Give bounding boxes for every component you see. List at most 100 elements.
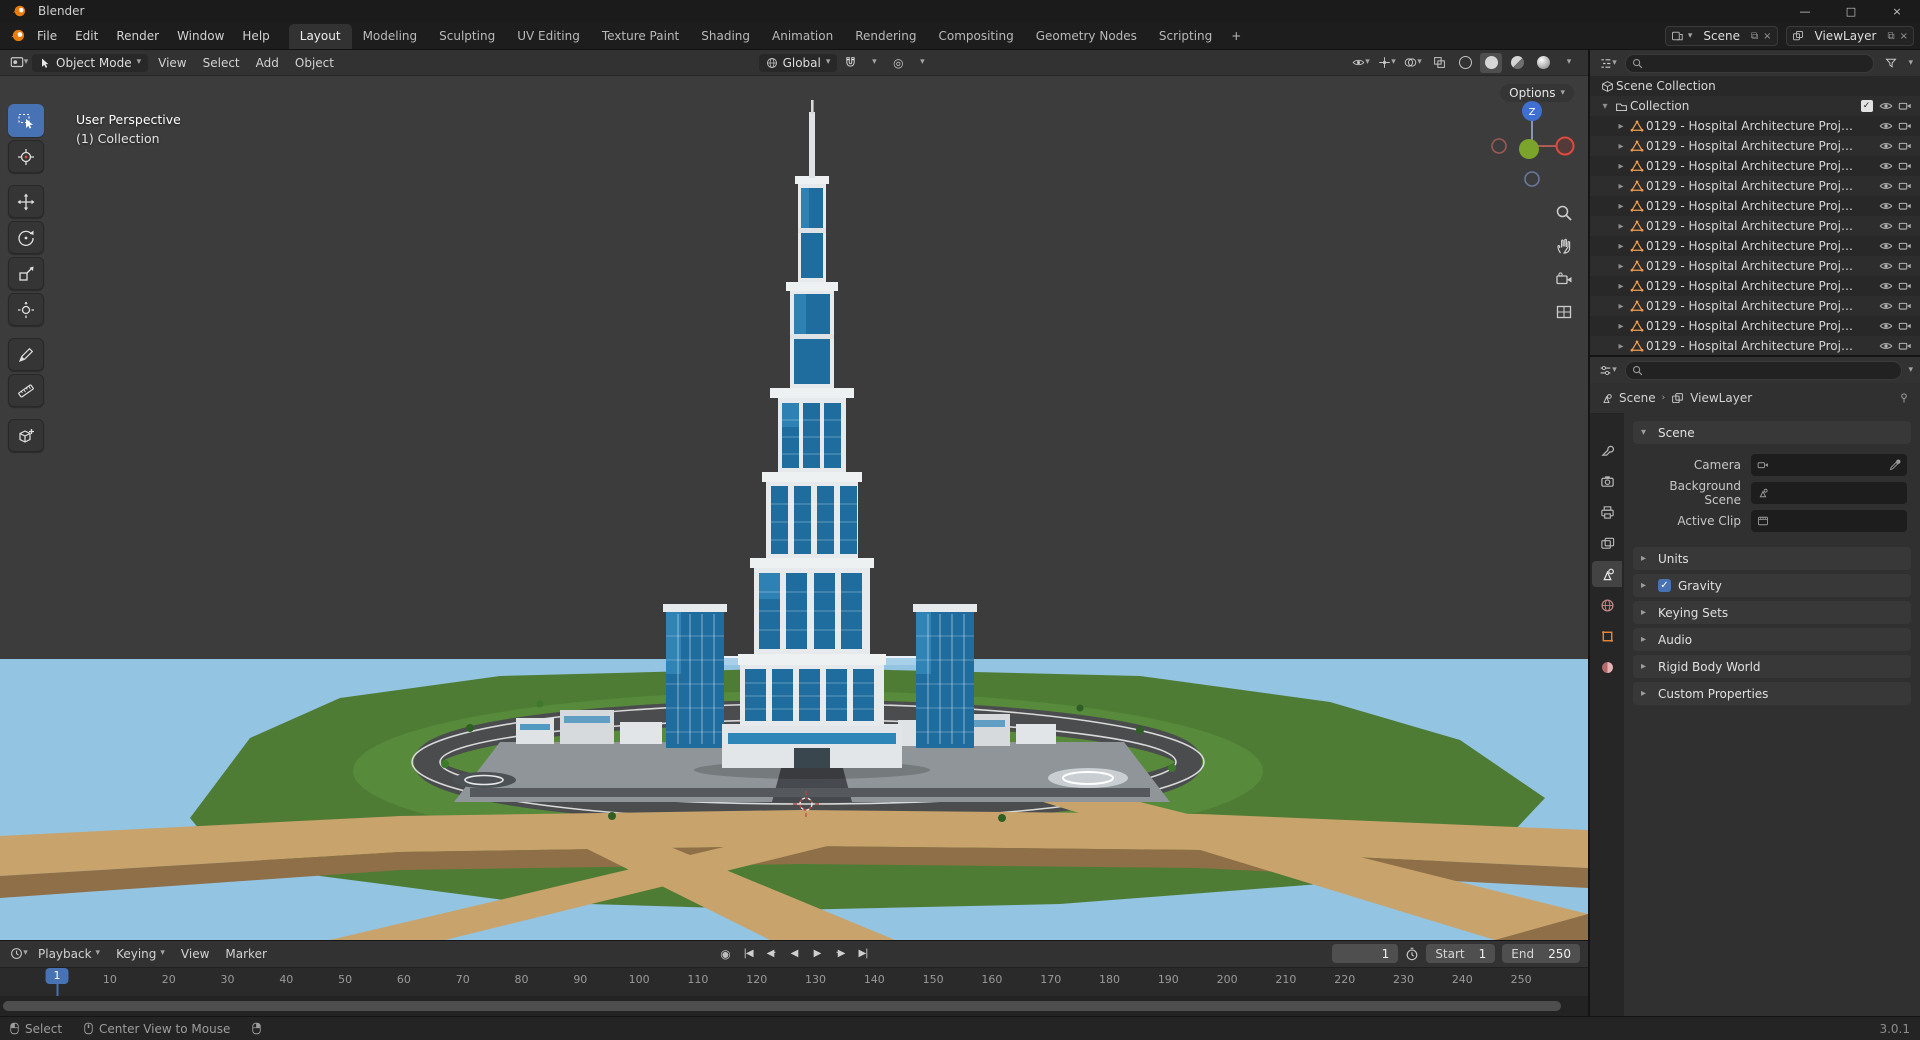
add-cube-tool[interactable] bbox=[8, 419, 44, 452]
shading-solid-button[interactable] bbox=[1480, 52, 1502, 73]
disable-in-renders-toggle[interactable] bbox=[1895, 299, 1914, 313]
viewport-menu-select[interactable]: Select bbox=[195, 52, 248, 74]
camera-view-icon[interactable] bbox=[1553, 268, 1575, 290]
timeline-editor-type-icon[interactable]: ▾ bbox=[8, 944, 30, 964]
xray-toggle[interactable] bbox=[1428, 53, 1450, 73]
timeline-menu-playback[interactable]: Playback ▾ bbox=[30, 943, 108, 965]
scrollbar-thumb[interactable] bbox=[3, 1001, 1562, 1011]
jump-to-start-button[interactable]: |◀ bbox=[738, 945, 758, 963]
tab-viewlayer[interactable] bbox=[1592, 530, 1622, 556]
viewport-menu-view[interactable]: View bbox=[150, 52, 194, 74]
hide-in-viewport-toggle[interactable] bbox=[1876, 259, 1895, 273]
outliner-item-row[interactable]: ▸ 0129 - Hospital Architecture Project bbox=[1590, 156, 1920, 176]
hide-in-viewport-toggle[interactable] bbox=[1876, 319, 1895, 333]
outliner-scene-collection-row[interactable]: Scene Collection bbox=[1590, 76, 1920, 96]
disable-in-renders-toggle[interactable] bbox=[1895, 179, 1914, 193]
properties-options-dropdown[interactable]: ▾ bbox=[1908, 365, 1913, 375]
gizmos-toggle[interactable]: ▾ bbox=[1376, 53, 1398, 73]
disable-in-renders-toggle[interactable] bbox=[1895, 319, 1914, 333]
outliner-item-row[interactable]: ▸ 0129 - Hospital Architecture Project bbox=[1590, 276, 1920, 296]
outliner-item-row[interactable]: ▸ 0129 - Hospital Architecture Project bbox=[1590, 196, 1920, 216]
hide-in-viewport-toggle[interactable] bbox=[1876, 279, 1895, 293]
proportional-falloff-dropdown[interactable]: ▾ bbox=[911, 53, 933, 73]
expand-arrow-icon[interactable]: ▸ bbox=[1614, 201, 1628, 212]
tab-tool[interactable] bbox=[1592, 437, 1622, 463]
disable-in-renders-toggle[interactable] bbox=[1895, 119, 1914, 133]
pan-hand-icon[interactable] bbox=[1553, 235, 1575, 257]
expand-arrow-icon[interactable]: ▸ bbox=[1614, 181, 1628, 192]
expand-arrow-icon[interactable]: ▸ bbox=[1614, 281, 1628, 292]
timeline-menu-view[interactable]: View bbox=[173, 943, 217, 965]
expand-arrow-icon[interactable]: ▸ bbox=[1614, 301, 1628, 312]
disable-in-renders-toggle[interactable] bbox=[1895, 219, 1914, 233]
outliner-collection-row[interactable]: ▾ Collection ✓ bbox=[1590, 96, 1920, 116]
move-tool[interactable] bbox=[8, 185, 44, 218]
tab-scene[interactable] bbox=[1592, 561, 1622, 587]
show-object-types-dropdown[interactable]: ▾ bbox=[1350, 53, 1372, 73]
workspace-tab-texture-paint[interactable]: Texture Paint bbox=[591, 24, 690, 49]
expand-arrow-icon[interactable]: ▸ bbox=[1614, 241, 1628, 252]
filter-icon[interactable] bbox=[1880, 53, 1902, 73]
hide-in-viewport-toggle[interactable] bbox=[1876, 99, 1895, 113]
viewport-menu-object[interactable]: Object bbox=[287, 52, 342, 74]
workspace-tab-layout[interactable]: Layout bbox=[288, 24, 352, 49]
hide-in-viewport-toggle[interactable] bbox=[1876, 119, 1895, 133]
tab-object[interactable] bbox=[1592, 623, 1622, 649]
outliner-item-row[interactable]: ▸ 0129 - Hospital Architecture Project bbox=[1590, 176, 1920, 196]
next-keyframe-button[interactable]: ·▶ bbox=[830, 945, 850, 963]
hide-in-viewport-toggle[interactable] bbox=[1876, 219, 1895, 233]
previous-keyframe-button[interactable]: ◀· bbox=[761, 945, 781, 963]
timeline-scrollbar[interactable] bbox=[0, 996, 1588, 1016]
section-rigid-body-world[interactable]: ▸ Rigid Body World bbox=[1633, 655, 1911, 678]
section-units[interactable]: ▸ Units bbox=[1633, 547, 1911, 570]
outliner-item-row[interactable]: ▸ 0129 - Hospital Architecture Project bbox=[1590, 336, 1920, 355]
disable-in-renders-toggle[interactable] bbox=[1895, 339, 1914, 353]
properties-search-input[interactable] bbox=[1625, 360, 1903, 380]
navigation-gizmo[interactable]: Z bbox=[1486, 98, 1578, 194]
proportional-editing-icon[interactable]: ◎ bbox=[887, 53, 909, 73]
workspace-tab-animation[interactable]: Animation bbox=[761, 24, 844, 49]
measure-tool[interactable] bbox=[8, 374, 44, 407]
outliner-item-row[interactable]: ▸ 0129 - Hospital Architecture Project bbox=[1590, 236, 1920, 256]
tab-world[interactable] bbox=[1592, 592, 1622, 618]
outliner-item-row[interactable]: ▸ 0129 - Hospital Architecture Project bbox=[1590, 296, 1920, 316]
scene-section-header[interactable]: ▾ Scene bbox=[1633, 421, 1911, 444]
topbar-menu-help[interactable]: Help bbox=[233, 24, 278, 48]
outliner-item-row[interactable]: ▸ 0129 - Hospital Architecture Project bbox=[1590, 116, 1920, 136]
jump-to-end-button[interactable]: ▶| bbox=[853, 945, 873, 963]
maximize-button[interactable]: □ bbox=[1828, 0, 1874, 22]
section-gravity[interactable]: ▸ ✓ Gravity bbox=[1633, 574, 1911, 597]
shading-options-dropdown[interactable]: ▾ bbox=[1558, 53, 1580, 73]
outliner-search-input[interactable] bbox=[1625, 53, 1875, 73]
snap-target-dropdown[interactable]: ▾ bbox=[863, 53, 885, 73]
editor-type-selector[interactable]: ▾ bbox=[8, 53, 30, 73]
timeline-menu-marker[interactable]: Marker bbox=[217, 943, 274, 965]
zoom-icon[interactable] bbox=[1553, 202, 1575, 224]
disable-in-renders-toggle[interactable] bbox=[1895, 239, 1914, 253]
workspace-tab-geometry-nodes[interactable]: Geometry Nodes bbox=[1025, 24, 1148, 49]
section-custom-properties[interactable]: ▸ Custom Properties bbox=[1633, 682, 1911, 705]
shading-wireframe-button[interactable] bbox=[1454, 53, 1476, 73]
scene-browse-icon[interactable] bbox=[1671, 30, 1683, 42]
collection-exclude-checkbox[interactable]: ✓ bbox=[1857, 99, 1876, 113]
playhead[interactable]: 1 bbox=[45, 967, 69, 996]
frame-start-field[interactable]: Start 1 bbox=[1426, 944, 1496, 964]
disable-in-renders-toggle[interactable] bbox=[1895, 279, 1914, 293]
topbar-menu-file[interactable]: File bbox=[28, 24, 66, 48]
expand-arrow-icon[interactable]: ▸ bbox=[1614, 221, 1628, 232]
hide-in-viewport-toggle[interactable] bbox=[1876, 179, 1895, 193]
shading-material-button[interactable] bbox=[1506, 53, 1528, 73]
remove-viewlayer-icon[interactable]: × bbox=[1900, 31, 1908, 42]
snap-magnet-icon[interactable] bbox=[839, 53, 861, 73]
scene-selector[interactable]: ▾ Scene ⧉ × bbox=[1664, 26, 1778, 46]
disable-in-renders-toggle[interactable] bbox=[1895, 199, 1914, 213]
shading-rendered-button[interactable] bbox=[1532, 53, 1554, 73]
annotate-tool[interactable] bbox=[8, 338, 44, 371]
transform-tool[interactable] bbox=[8, 293, 44, 326]
timeline-menu-keying[interactable]: Keying ▾ bbox=[108, 943, 173, 965]
breadcrumb-viewlayer[interactable]: ViewLayer bbox=[1690, 391, 1752, 405]
expand-arrow-icon[interactable]: ▾ bbox=[1598, 101, 1612, 112]
disable-in-renders-toggle[interactable] bbox=[1895, 259, 1914, 273]
topbar-menu-edit[interactable]: Edit bbox=[66, 24, 107, 48]
outliner-item-row[interactable]: ▸ 0129 - Hospital Architecture Project bbox=[1590, 256, 1920, 276]
